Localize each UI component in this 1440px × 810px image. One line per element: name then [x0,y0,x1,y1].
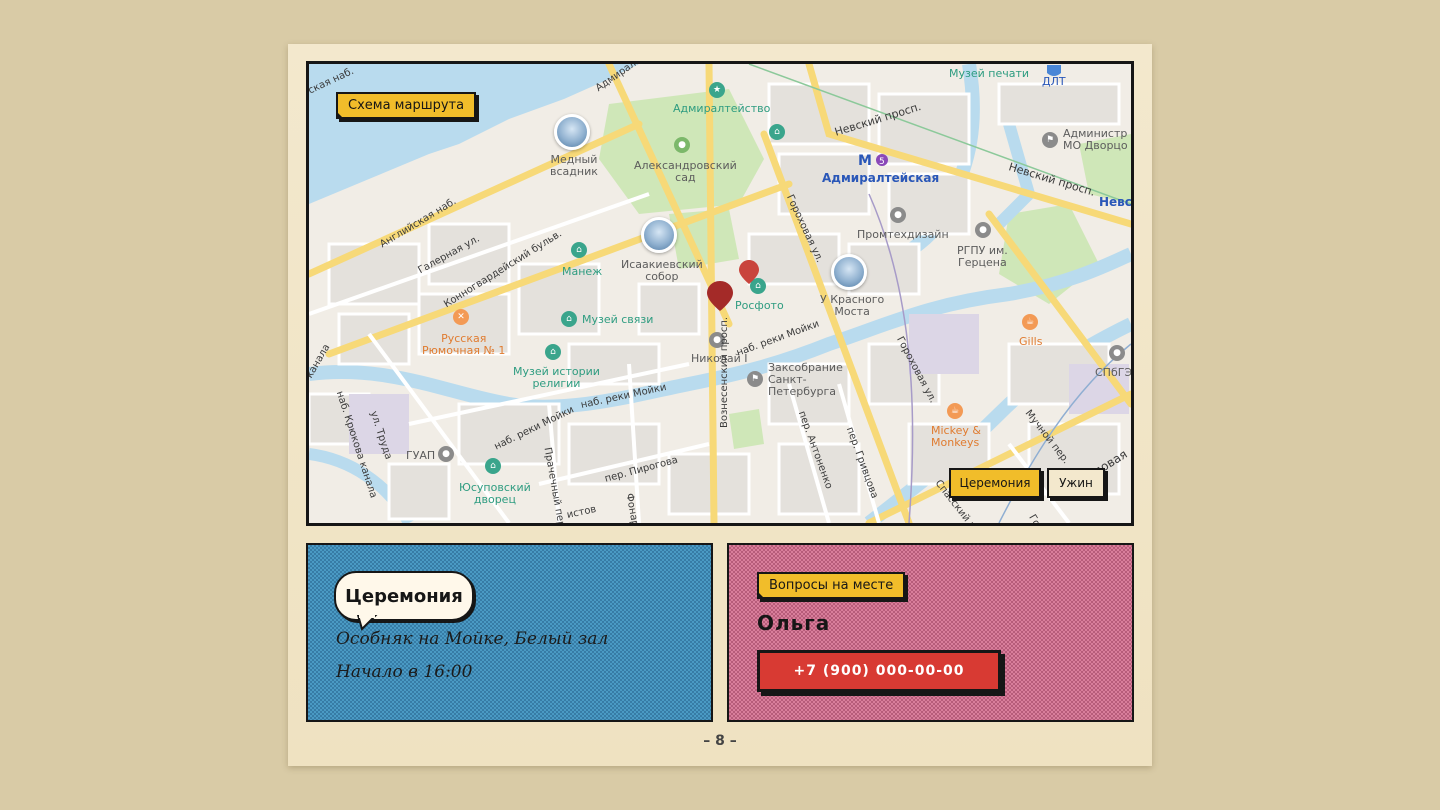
metro-icon: М5 [858,152,890,169]
museum-icon[interactable]: ⌂ [769,124,785,140]
administration-icon[interactable]: ⚑ [1042,132,1058,148]
dinner-map-button[interactable]: Ужин [1047,468,1105,498]
zakonodatelnoye-icon[interactable]: ⚑ [747,371,763,387]
route-scheme-tag: Схема маршрута [336,92,477,119]
label-nevsk-edge: Невс [1099,195,1132,209]
label-dlt: ДЛТ [1042,75,1066,88]
contact-panel: Вопросы на месте Ольга +7 (900) 000-00-0… [727,543,1134,722]
label-guap: ГУАП [406,449,436,462]
onsite-questions-tag: Вопросы на месте [757,572,906,599]
ceremony-speech-bubble: Церемония [334,571,474,621]
label-administration: Администр МО Дворцо [1063,127,1128,152]
yusupovsky-icon[interactable]: ⌂ [485,458,501,474]
label-rosfoto: Росфото [735,299,784,312]
label-admiralteystvo: Адмиралтейство [673,102,771,115]
contact-name: Ольга [757,611,831,635]
muzey-svyazi-icon[interactable]: ⌂ [561,311,577,327]
muzey-religii-icon[interactable]: ⌂ [545,344,561,360]
label-spbgeu: СПбГЭ [1095,366,1133,379]
label-muzey-religii: Музей истории религии [513,365,600,390]
label-muzey-svyazi: Музей связи [582,313,654,326]
alexandrovsky-sad-icon[interactable]: ● [674,137,690,153]
svg-text:5: 5 [879,157,885,167]
gills-icon[interactable]: ☕ [1022,314,1038,330]
label-rgpu: РГПУ им. Герцена [957,244,1008,269]
admiralteystvo-icon[interactable]: ★ [709,82,725,98]
route-map[interactable]: ★ ● ⌂ ⌂ ⌂ ⌂ ⌂ ⌂ ✕ ● ⚑ ● ● ● ⚑ ● ☕ ☕ М5 А… [306,61,1134,526]
ceremony-pin-icon[interactable] [707,281,733,311]
label-zakonodatelnoye: Заксобрание Санкт- Петербурга [768,361,843,398]
invitation-page: ★ ● ⌂ ⌂ ⌂ ⌂ ⌂ ⌂ ✕ ● ⚑ ● ● ● ⚑ ● ☕ ☕ М5 А… [288,44,1152,766]
label-promtekhdizayn: Промтехдизайн [857,228,949,241]
page-number: – 8 – [703,733,737,749]
promtekhdizayn-icon[interactable]: ● [890,207,906,223]
dinner-pin-icon[interactable] [739,260,759,284]
label-manezh: Манеж [562,265,603,278]
label-yusupovsky: Юсуповский дворец [459,481,531,506]
label-mickey: Mickey & Monkeys [931,424,981,449]
label-medny-vsadnik: Медный всадник [550,153,598,178]
label-krasny-most: У Красного Моста [820,293,885,318]
street-voznesensky: Вознесенский просп. [719,316,730,428]
start-time-text: Начало в 16:00 [336,662,473,682]
spbgeu-icon[interactable]: ● [1109,345,1125,361]
label-ryumochnaya: Русская Рюмочная № 1 [422,332,506,357]
phone-button[interactable]: +7 (900) 000-00-00 [757,650,1001,692]
label-gills: Gills [1019,335,1043,348]
guap-icon[interactable]: ● [438,446,454,462]
label-muzey-pechati: Музей печати [949,67,1030,80]
krasny-most-photo[interactable] [831,254,867,290]
ceremony-map-button[interactable]: Церемония [949,468,1041,498]
label-alexandrovsky-sad: Александровский сад [634,159,737,184]
manezh-icon[interactable]: ⌂ [571,242,587,258]
mickey-icon[interactable]: ☕ [947,403,963,419]
label-admiralteyskaya: Адмиралтейская [822,171,940,185]
isaakievsky-photo[interactable] [641,217,677,253]
svg-text:М: М [858,153,872,168]
rgpu-icon[interactable]: ● [975,222,991,238]
venue-text: Особняк на Мойке, Белый зал [336,629,609,649]
restaurant-icon[interactable]: ✕ [453,309,469,325]
label-isaakievsky: Исаакиевский собор [621,258,703,283]
ceremony-panel: Церемония Особняк на Мойке, Белый зал На… [306,543,713,722]
medny-vsadnik-photo[interactable] [554,114,590,150]
